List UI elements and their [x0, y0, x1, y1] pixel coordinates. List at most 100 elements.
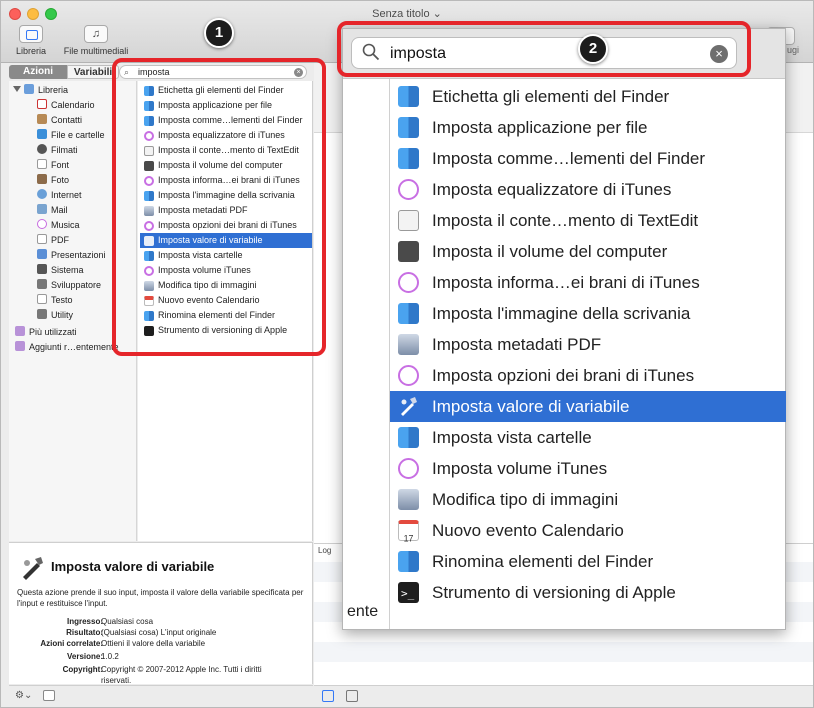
row-key: Ingresso: [66, 617, 103, 626]
sidebar-item-contatti[interactable]: Contatti [37, 113, 82, 128]
gear-icon[interactable]: ⚙⌄ [15, 690, 32, 701]
row-key: Versione: [66, 652, 103, 661]
zoom-action-label: Imposta metadati PDF [432, 335, 602, 354]
calendar-icon: 17 [398, 520, 419, 543]
finder-icon [37, 129, 47, 139]
sidebar-item-label: Presentazioni [51, 250, 106, 260]
zoom-action-label: Imposta vista cartelle [432, 428, 592, 447]
zoom-list-item[interactable]: 17 Nuovo evento Calendario [390, 515, 786, 546]
tab-actions[interactable]: Azioni [9, 65, 67, 79]
sidebar-item-label: Font [51, 160, 70, 170]
zoom-list-item-selected[interactable]: Imposta valore di variabile [390, 391, 786, 422]
calendar-icon [37, 99, 47, 109]
row-value: Ottieni il valore della variabile [101, 639, 206, 648]
sidebar-item-musica[interactable]: Musica [37, 218, 80, 233]
sidebar-item-sistema[interactable]: Sistema [37, 263, 84, 278]
sidebar-item-label: Mail [51, 205, 68, 215]
media-browser-label: File multimediali [63, 46, 129, 56]
sidebar-item-presentazioni[interactable]: Presentazioni [37, 248, 106, 263]
preview-icon [398, 489, 419, 510]
flow-view-icon[interactable] [346, 690, 358, 702]
annotation-badge-1: 1 [204, 18, 234, 48]
sidebar-icon [19, 25, 43, 43]
zoom-log-fragment: ente [347, 603, 379, 620]
annotation-box-1 [112, 58, 326, 356]
zoom-list-item[interactable]: Imposta vista cartelle [390, 422, 786, 453]
library-root[interactable]: Libreria [13, 83, 68, 98]
zoom-list-item[interactable]: Imposta applicazione per file [390, 112, 786, 143]
zoom-action-label: Imposta valore di variabile [432, 397, 630, 416]
sidebar-item-file-e-cartelle[interactable]: File e cartelle [37, 128, 105, 143]
zoom-list-item[interactable]: Imposta l'immagine della scrivania [390, 298, 786, 329]
sidebar-item-label: Sistema [51, 265, 84, 275]
zoom-list-item[interactable]: Imposta equalizzatore di iTunes [390, 174, 786, 205]
music-note-icon: ♫ [84, 25, 108, 43]
zoom-list-item[interactable]: Rinomina elementi del Finder [390, 546, 786, 577]
sidebar-item-filmati[interactable]: Filmati [37, 143, 78, 158]
zoom-action-label: Imposta applicazione per file [432, 118, 648, 137]
zoom-list-item[interactable]: Modifica tipo di immagini [390, 484, 786, 515]
sidebar-item-pdf[interactable]: PDF [37, 233, 69, 248]
description-title: Imposta valore di variabile [51, 559, 215, 574]
sidebar-item-label: Calendario [51, 100, 95, 110]
log-row [314, 662, 813, 682]
zoom-action-label: Strumento di versioning di Apple [432, 583, 676, 602]
zoom-list-item[interactable]: >_ Strumento di versioning di Apple [390, 577, 786, 608]
sidebar-item-label: Internet [51, 190, 82, 200]
zoom-list-item[interactable]: Imposta metadati PDF [390, 329, 786, 360]
sidebar-item-font[interactable]: Font [37, 158, 69, 173]
itunes-icon [398, 365, 419, 386]
sidebar-item-internet[interactable]: Internet [37, 188, 82, 203]
zoom-list-item[interactable]: Imposta comme…lementi del Finder [390, 143, 786, 174]
description-row-copyright: Copyright: Copyright © 2007-2012 Apple In… [9, 664, 309, 675]
utility-icon [37, 309, 47, 319]
sidebar-item-piu-utilizzati[interactable]: Più utilizzati [15, 325, 77, 340]
zoom-list-item[interactable]: Imposta opzioni dei brani di iTunes [390, 360, 786, 391]
sidebar-item-label: Foto [51, 175, 70, 185]
library-root-label: Libreria [38, 85, 69, 95]
sidebar-item-foto[interactable]: Foto [37, 173, 69, 188]
zoom-list-item[interactable]: Imposta volume iTunes [390, 453, 786, 484]
finder-icon [398, 303, 419, 324]
pdf-icon [398, 334, 419, 355]
sidebar-item-mail[interactable]: Mail [37, 203, 68, 218]
zoom-list-item[interactable]: Imposta informa…ei brani di iTunes [390, 267, 786, 298]
sidebar-item-sviluppatore[interactable]: Sviluppatore [37, 278, 101, 293]
library-toggle-button[interactable]: Libreria [11, 25, 51, 59]
zoom-action-label: Rinomina elementi del Finder [432, 552, 654, 571]
sidebar-item-label: PDF [51, 235, 69, 245]
svg-text:17: 17 [404, 533, 414, 543]
zoom-list-item[interactable]: Etichetta gli elementi del Finder [390, 81, 786, 112]
smart-folder-icon [15, 341, 25, 351]
row-key: Azioni correlate: [40, 639, 103, 648]
itunes-icon [398, 458, 419, 479]
row-value: Copyright © 2007-2012 Apple Inc. Tutti i… [101, 665, 262, 674]
sidebar-item-aggiunti-recentemente[interactable]: Aggiunti r…entemente [15, 340, 119, 355]
list-view-icon[interactable] [322, 690, 334, 702]
finder-icon [398, 86, 419, 107]
developer-tools-icon [37, 279, 47, 289]
zoom-action-label: Imposta opzioni dei brani di iTunes [432, 366, 695, 385]
library-folder-icon [24, 84, 34, 94]
zoomed-action-list-callout: imposta × Etichetta gli elementi del Fin… [342, 28, 786, 630]
zoom-action-label: Nuovo evento Calendario [432, 521, 624, 540]
sidebar-item-testo[interactable]: Testo [37, 293, 73, 308]
description-row-input: Ingresso: Qualsiasi cosa [9, 616, 309, 627]
library-toggle-label: Libreria [15, 46, 46, 56]
finder-icon [398, 551, 419, 572]
pdf-icon [37, 234, 47, 244]
presentation-icon [37, 249, 47, 259]
variable-icon [398, 396, 419, 417]
zoom-list-item[interactable]: Imposta il volume del computer [390, 236, 786, 267]
log-row [314, 642, 813, 662]
description-toggle-button[interactable] [43, 690, 55, 701]
sidebar-item-calendario[interactable]: Calendario [37, 98, 95, 113]
sidebar-item-label: Più utilizzati [29, 327, 77, 337]
sidebar-item-utility[interactable]: Utility [37, 308, 73, 323]
text-icon [37, 294, 47, 304]
description-row-result: Risultato: (Qualsiasi cosa) L'input origi… [9, 627, 309, 638]
media-browser-button[interactable]: ♫ File multimediali [56, 25, 136, 59]
sidebar-item-label: Filmati [51, 145, 78, 155]
sidebar-item-label: Contatti [51, 115, 83, 125]
zoom-list-item[interactable]: Imposta il conte…mento di TextEdit [390, 205, 786, 236]
